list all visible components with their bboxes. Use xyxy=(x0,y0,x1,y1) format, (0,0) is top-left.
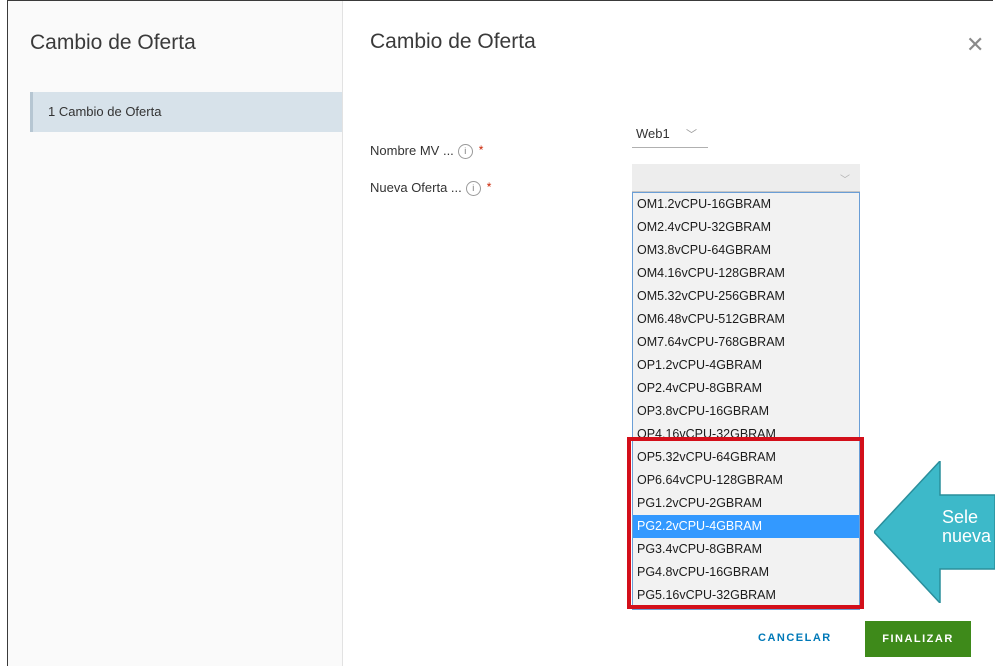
required-marker: * xyxy=(486,180,492,194)
chevron-down-icon: ﹀ xyxy=(840,175,850,186)
offer-option[interactable]: PG1.2vCPU-2GBRAM xyxy=(633,492,859,515)
offer-option[interactable]: OM3.8vCPU-64GBRAM xyxy=(633,239,859,262)
step-label: 1 Cambio de Oferta xyxy=(48,104,162,119)
offer-option[interactable]: OM1.2vCPU-16GBRAM xyxy=(633,193,859,216)
sidebar-title: Cambio de Oferta xyxy=(30,31,196,54)
offer-option[interactable]: OM4.16vCPU-128GBRAM xyxy=(633,262,859,285)
offer-option[interactable]: OP2.4vCPU-8GBRAM xyxy=(633,377,859,400)
new-offer-field-label: Nueva Oferta ... i * xyxy=(370,180,492,197)
offer-option[interactable]: OM7.64vCPU-768GBRAM xyxy=(633,331,859,354)
offer-option[interactable]: OP3.8vCPU-16GBRAM xyxy=(633,400,859,423)
dialog-title: Cambio de Oferta xyxy=(370,30,536,53)
callout-line-1: Sele xyxy=(942,507,979,527)
offer-option[interactable]: OP4.16vCPU-32GBRAM xyxy=(633,423,859,446)
vm-name-field-label: Nombre MV ... i * xyxy=(370,143,484,160)
finish-button[interactable]: FINALIZAR xyxy=(865,621,971,657)
new-offer-select[interactable]: ﹀ xyxy=(632,164,860,192)
new-offer-label: Nueva Oferta ... xyxy=(370,180,462,195)
vm-name-label: Nombre MV ... xyxy=(370,143,454,158)
offer-option[interactable]: OP6.64vCPU-128GBRAM xyxy=(633,469,859,492)
selected-offer-option[interactable]: PG2.2vCPU-4GBRAM xyxy=(633,515,859,538)
vm-name-value: Web1 xyxy=(636,126,670,141)
offer-option[interactable]: PG3.4vCPU-8GBRAM xyxy=(633,538,859,561)
info-icon[interactable]: i xyxy=(465,181,481,197)
wizard-sidebar: Cambio de Oferta 1 Cambio de Oferta xyxy=(8,1,343,666)
chevron-down-icon: ﹀ xyxy=(686,129,697,141)
offer-option[interactable]: OM6.48vCPU-512GBRAM xyxy=(633,308,859,331)
offer-option[interactable]: OP5.32vCPU-64GBRAM xyxy=(633,446,859,469)
offer-option[interactable]: OP1.2vCPU-4GBRAM xyxy=(633,354,859,377)
step-item-cambio-de-oferta[interactable]: 1 Cambio de Oferta xyxy=(30,92,342,132)
info-icon[interactable]: i xyxy=(457,144,473,160)
required-marker: * xyxy=(478,143,484,157)
offer-option[interactable]: PG5.16vCPU-32GBRAM xyxy=(633,584,859,607)
offer-option[interactable]: OM5.32vCPU-256GBRAM xyxy=(633,285,859,308)
close-icon[interactable]: ✕ xyxy=(966,34,984,56)
callout-text: Sele nueva xyxy=(942,508,991,546)
offer-option[interactable]: PG4.8vCPU-16GBRAM xyxy=(633,561,859,584)
offer-dropdown-list[interactable]: OM1.2vCPU-16GBRAM OM2.4vCPU-32GBRAM OM3.8v… xyxy=(632,192,860,610)
offer-option[interactable]: OM2.4vCPU-32GBRAM xyxy=(633,216,859,239)
cancel-button[interactable]: CANCELAR xyxy=(758,632,832,644)
vm-name-select[interactable]: Web1 ﹀ xyxy=(632,122,708,148)
callout-line-2: nueva xyxy=(942,526,992,546)
